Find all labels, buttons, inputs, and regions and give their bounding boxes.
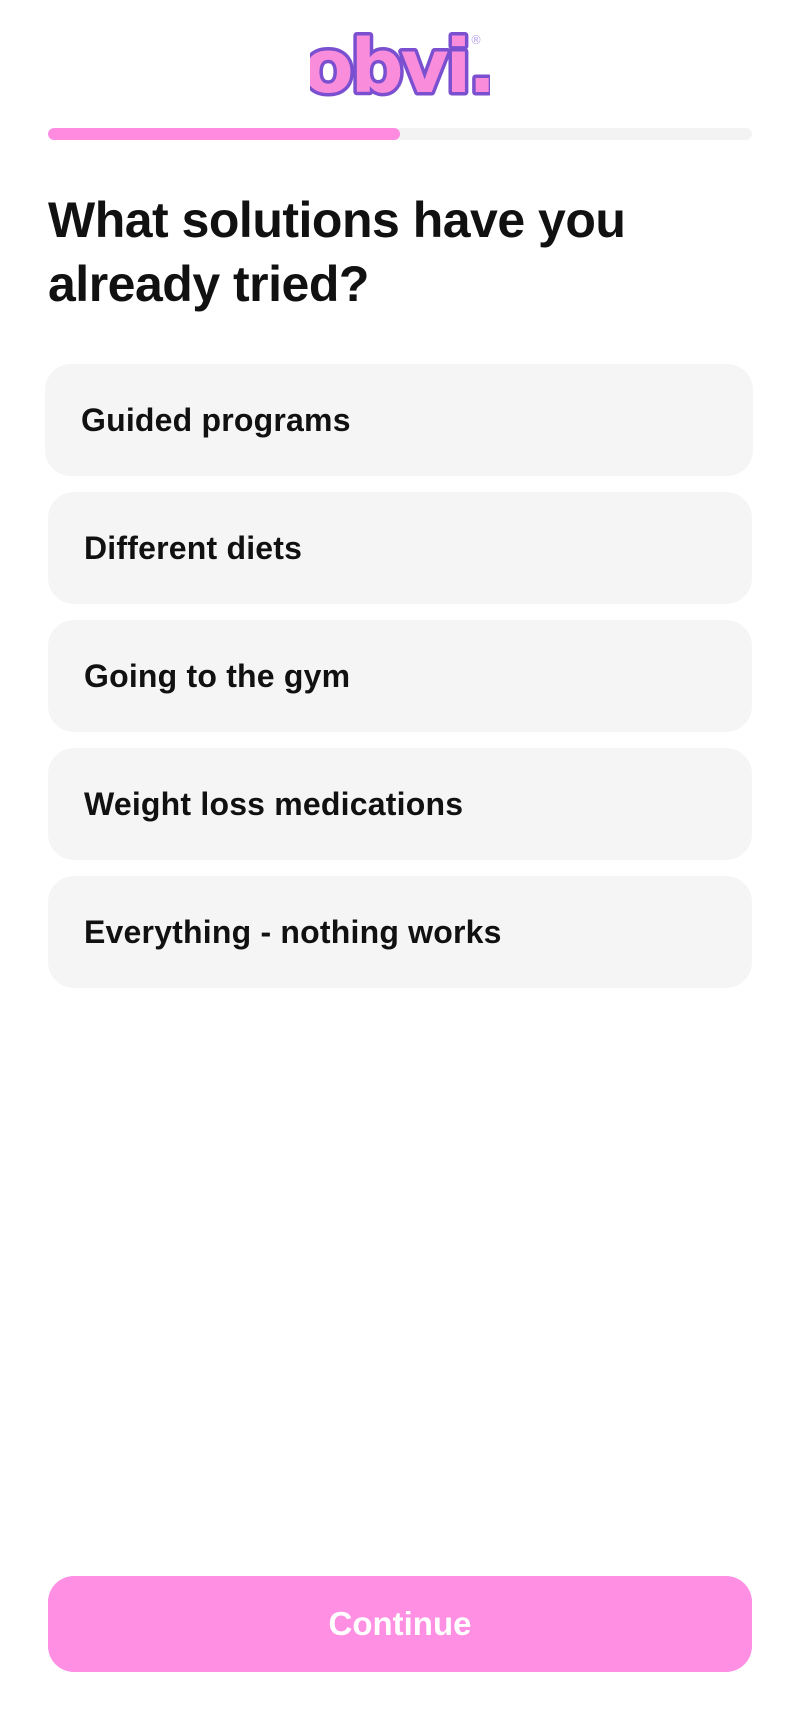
progress-bar	[48, 128, 752, 140]
option-going-to-gym[interactable]: Going to the gym	[48, 620, 752, 732]
options-list: Guided programs Different diets Going to…	[45, 364, 753, 1004]
obvi-logo-icon: obvi. ®	[310, 22, 490, 112]
option-weight-loss-medications[interactable]: Weight loss medications	[48, 748, 752, 860]
option-everything-nothing-works[interactable]: Everything - nothing works	[48, 876, 752, 988]
continue-button[interactable]: Continue	[48, 1576, 752, 1672]
logo-wordmark: obvi.	[310, 24, 490, 110]
option-guided-programs[interactable]: Guided programs	[45, 364, 753, 476]
brand-logo: obvi. ®	[0, 22, 800, 112]
quiz-page: obvi. ® What solutions have you already …	[0, 0, 800, 1720]
question-title: What solutions have you already tried?	[48, 192, 626, 312]
option-label: Guided programs	[81, 401, 351, 438]
option-different-diets[interactable]: Different diets	[48, 492, 752, 604]
option-label: Everything - nothing works	[84, 913, 502, 950]
option-label: Weight loss medications	[84, 785, 464, 822]
option-label: Going to the gym	[84, 657, 351, 694]
progress-fill	[48, 128, 400, 140]
option-label: Different diets	[84, 529, 303, 566]
registered-mark: ®	[470, 33, 482, 47]
